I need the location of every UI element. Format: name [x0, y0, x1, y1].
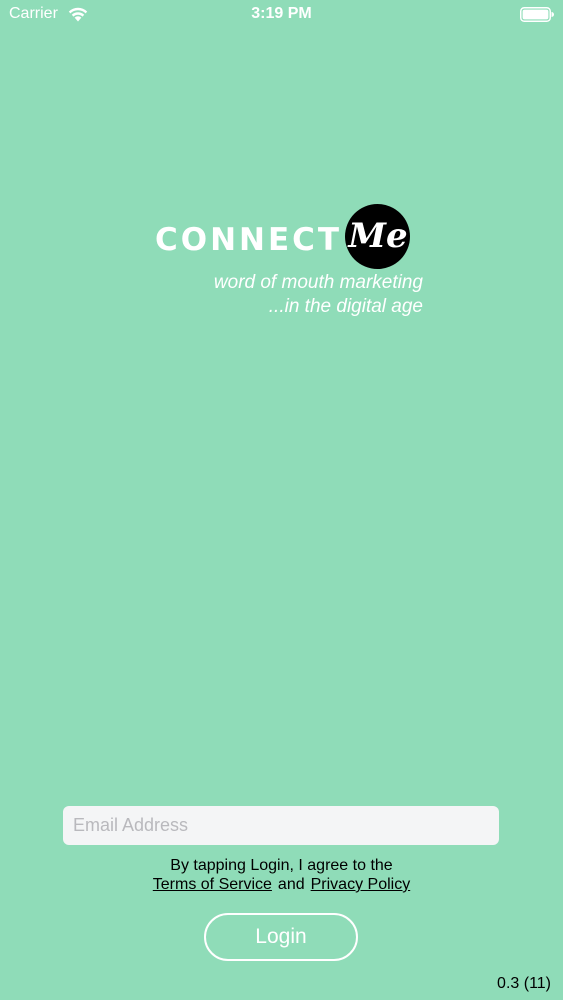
tagline-line-1: word of mouth marketing	[213, 272, 423, 293]
logo-me-badge: Me	[345, 204, 410, 269]
legal-links-row: Terms of Service and Privacy Policy	[0, 876, 563, 894]
logo-wordmark: CONNECT	[155, 222, 343, 258]
and-label: and	[277, 876, 305, 893]
clock-time: 3:19 PM	[251, 5, 312, 22]
terms-of-service-link[interactable]: Terms of Service	[153, 876, 272, 893]
login-button[interactable]: Login	[204, 913, 358, 961]
email-field[interactable]	[63, 806, 499, 845]
battery-icon	[520, 7, 554, 22]
tagline-line-2: ...in the digital age	[268, 296, 423, 317]
logo-circle-text: Me	[347, 216, 407, 256]
status-bar: Carrier 3:19 PM	[0, 0, 563, 30]
agree-text: By tapping Login, I agree to the	[170, 857, 393, 874]
version-label: 0.3 (11)	[497, 975, 551, 992]
privacy-policy-link[interactable]: Privacy Policy	[311, 876, 411, 893]
